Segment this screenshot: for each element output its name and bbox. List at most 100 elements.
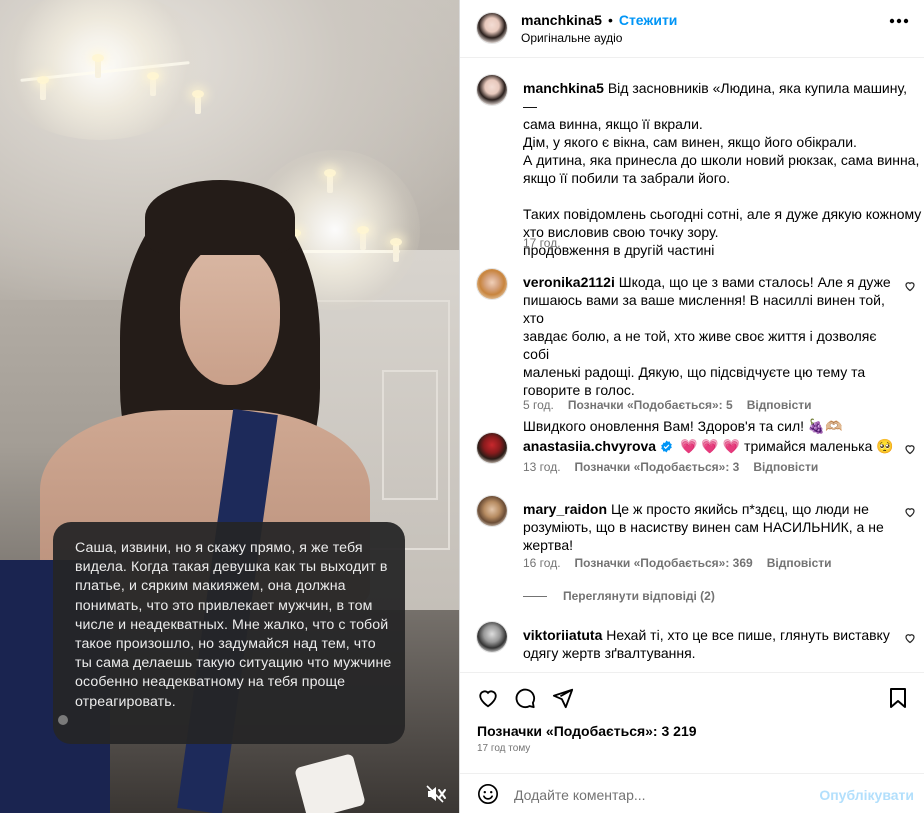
caption-line: сама винна, якщо її вкрали. — [523, 116, 703, 132]
comment-button[interactable] — [514, 687, 536, 709]
message-text: Саша, извини, но я скажу прямо, я же теб… — [75, 540, 392, 710]
comment-icon — [515, 688, 536, 709]
comment-line: пишаюсь вами за ваше мислення! В насиллі… — [523, 292, 885, 326]
view-replies-label[interactable]: Переглянути відповіді (2) — [563, 589, 715, 603]
emoji-icon — [478, 784, 498, 804]
comment-line: завдає болю, а не той, хто живе своє жит… — [523, 328, 877, 362]
caption-username[interactable]: manchkina5 — [523, 80, 604, 96]
candle — [357, 226, 369, 250]
comment-line: Нехай ті, хто це все пише, глянуть виста… — [606, 627, 890, 643]
comment-text: viktoriiatuta Нехай ті, хто це все пише,… — [523, 626, 903, 662]
post-date[interactable]: 17 год тому — [477, 743, 530, 754]
avatar[interactable] — [476, 495, 508, 527]
comment-line: 💗 💗 💗 тримайся маленька 🥺 — [680, 438, 894, 454]
likes-count[interactable]: Позначки «Подобається»: 3 219 — [477, 723, 697, 739]
share-button[interactable] — [552, 687, 574, 709]
follow-button[interactable]: Стежити — [619, 12, 678, 28]
bookmark-icon — [890, 688, 906, 708]
post-header: manchkina5 • Стежити Оригінальне аудіо — [460, 0, 924, 58]
comment-line: розуміють, що в насиству винен сам НАСИЛ… — [523, 519, 884, 535]
comment-like-button[interactable] — [904, 280, 916, 292]
comment-line: Швидкого оновлення Вам! Здоров'я та сил!… — [523, 418, 843, 434]
comment-time: 16 год. — [523, 556, 561, 570]
caption: manchkina5 Від засновників «Людина, яка … — [523, 79, 923, 259]
reply-button[interactable]: Відповісти — [767, 556, 832, 570]
comment-line: Шкода, що це з вами сталось! Але я дуже — [618, 274, 891, 290]
comment-like-button[interactable] — [904, 506, 916, 518]
comment-meta: 5 год. Позначки «Подобається»: 5 Відпові… — [523, 398, 812, 412]
comment-time: 5 год. — [523, 398, 554, 412]
caption-line: Таких повідомлень сьогодні сотні, але я … — [523, 206, 922, 222]
post-media[interactable]: Саша, извини, но я скажу прямо, я же теб… — [0, 0, 459, 813]
replies-line — [523, 595, 547, 597]
separator-dot: • — [607, 12, 613, 28]
avatar[interactable] — [476, 74, 508, 106]
comment-line: одягу жертв зґвалтування. — [523, 645, 696, 661]
avatar[interactable] — [476, 432, 508, 464]
bandage — [294, 753, 366, 813]
comment-likes[interactable]: Позначки «Подобається»: 3 — [575, 460, 740, 474]
candle — [324, 169, 336, 193]
comment-username[interactable]: mary_raidon — [523, 501, 607, 517]
face — [180, 245, 280, 385]
post-username[interactable]: manchkina5 — [521, 12, 602, 28]
share-icon — [552, 688, 574, 709]
view-replies-button[interactable]: Переглянути відповіді (2) — [523, 589, 715, 603]
wall-mirror — [382, 370, 438, 500]
mute-button[interactable] — [425, 784, 447, 804]
audio-label[interactable]: Оригінальне аудіо — [521, 31, 622, 45]
candle — [390, 238, 402, 262]
reply-button[interactable]: Відповісти — [747, 398, 812, 412]
like-button[interactable] — [477, 687, 499, 709]
post-sidebar: manchkina5 • Стежити Оригінальне аудіо m… — [459, 0, 924, 813]
caption-line: продовження в другій частині — [523, 242, 715, 258]
heart-icon — [905, 634, 915, 644]
caption-line: якщо її побили та забрали його. — [523, 170, 731, 186]
post-actions — [460, 672, 924, 722]
heart-icon — [905, 508, 915, 518]
candle — [37, 76, 49, 100]
heart-icon — [479, 690, 497, 708]
verified-icon — [661, 440, 672, 452]
reply-button[interactable]: Відповісти — [753, 460, 818, 474]
heart-icon — [905, 445, 915, 455]
comment-meta: 13 год. Позначки «Подобається»: 3 Відпов… — [523, 460, 818, 474]
comment-like-button[interactable] — [904, 443, 916, 455]
publish-button[interactable]: Опублікувати — [819, 787, 914, 803]
caption-line: хто висловив свою точку зору. — [523, 224, 719, 240]
avatar[interactable] — [476, 12, 508, 44]
hair-top — [145, 180, 295, 255]
comment-line: говорите в голос. — [523, 382, 635, 398]
comment-text: anastasiia.chvyrova 💗 💗 💗 тримайся мален… — [523, 437, 894, 455]
emoji-button[interactable] — [477, 783, 499, 805]
message-bubble: Саша, извини, но я скажу прямо, я же теб… — [53, 522, 405, 744]
comment-likes[interactable]: Позначки «Подобається»: 369 — [575, 556, 753, 570]
comment-text: mary_raidon Це ж просто якийсь п*здєц, щ… — [523, 500, 903, 554]
comment-line: Це ж просто якийсь п*здєц, що люди не — [610, 501, 869, 517]
comment-input[interactable] — [514, 784, 814, 806]
comment-line: жертва! — [523, 537, 573, 553]
caption-line: А дитина, яка принесла до школи новий рю… — [523, 152, 920, 168]
comment-username[interactable]: veronika2112i — [523, 274, 615, 290]
comment-time: 13 год. — [523, 460, 561, 474]
message-status-dot — [58, 715, 68, 725]
save-button[interactable] — [889, 687, 907, 709]
avatar[interactable] — [476, 621, 508, 653]
candle — [192, 90, 204, 114]
comment-username[interactable]: anastasiia.chvyrova — [523, 437, 656, 455]
candle — [147, 72, 159, 96]
comment-meta: 16 год. Позначки «Подобається»: 369 Відп… — [523, 556, 832, 570]
avatar[interactable] — [476, 268, 508, 300]
comment-likes[interactable]: Позначки «Подобається»: 5 — [568, 398, 733, 412]
more-options-button[interactable] — [889, 18, 909, 24]
more-icon — [889, 18, 909, 24]
comment-like-button[interactable] — [904, 632, 916, 644]
heart-icon — [905, 282, 915, 292]
caption-line: Дім, у якого є вікна, сам винен, якщо йо… — [523, 134, 857, 150]
candle — [92, 54, 104, 78]
comment-line: маленькі радощі. Дякую, що підсвідчуєте … — [523, 364, 866, 380]
mute-icon — [426, 785, 446, 803]
comment-username[interactable]: viktoriiatuta — [523, 627, 602, 643]
caption-time: 17 год. — [523, 236, 561, 250]
